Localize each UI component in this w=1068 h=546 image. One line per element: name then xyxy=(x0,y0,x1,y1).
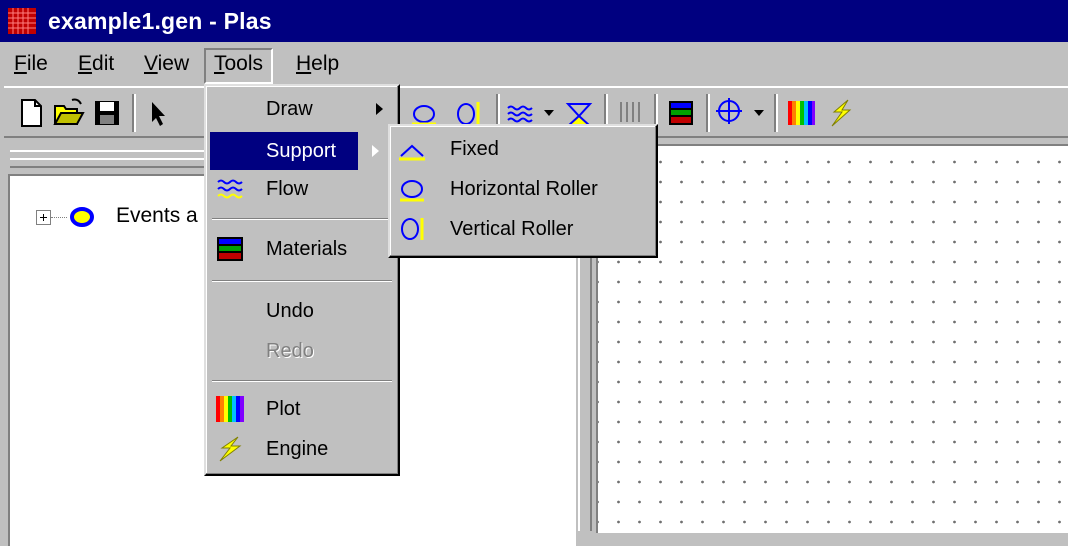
engine-lightning-icon xyxy=(831,99,852,127)
menu-item-horizontal-roller[interactable]: Horizontal Roller xyxy=(394,170,652,208)
menu-separator xyxy=(212,280,392,282)
menu-item-support[interactable]: Support xyxy=(210,132,379,170)
open-folder-icon xyxy=(53,98,85,125)
menu-item-undo[interactable]: Undo xyxy=(210,292,394,330)
plot-tool-button[interactable] xyxy=(784,96,818,130)
menu-view[interactable]: View xyxy=(136,48,197,80)
new-file-button[interactable] xyxy=(14,96,48,130)
toolbar-separator xyxy=(774,94,778,132)
materials-tool-button[interactable] xyxy=(664,96,698,130)
chevron-down-icon[interactable] xyxy=(754,110,764,116)
open-file-button[interactable] xyxy=(52,96,86,130)
app-icon[interactable] xyxy=(8,8,36,34)
support-submenu: Fixed Horizontal Roller Vertical Roller xyxy=(388,124,658,258)
menu-item-materials[interactable]: Materials xyxy=(210,230,394,268)
engine-lightning-icon xyxy=(219,436,242,462)
plot-rainbow-icon xyxy=(216,396,244,422)
materials-layers-icon xyxy=(669,101,693,125)
tree-connector xyxy=(51,217,67,218)
window-title: example1.gen - Plas xyxy=(48,8,272,34)
menu-tools[interactable]: Tools xyxy=(204,48,274,84)
menu-edit[interactable]: Edit xyxy=(70,48,122,80)
menu-separator xyxy=(212,380,392,382)
submenu-arrow-icon xyxy=(372,145,379,157)
new-file-icon xyxy=(21,99,42,127)
toolbar-separator xyxy=(706,94,710,132)
menu-item-fixed[interactable]: Fixed xyxy=(394,130,652,168)
flow-waves-icon xyxy=(217,179,243,199)
menu-item-plot[interactable]: Plot xyxy=(210,390,394,428)
materials-layers-icon xyxy=(217,237,243,261)
title-bar[interactable]: example1.gen - Plas xyxy=(0,0,1068,42)
chevron-down-icon[interactable] xyxy=(544,110,554,116)
save-disk-icon xyxy=(95,101,119,125)
menu-item-flow[interactable]: Flow xyxy=(210,170,394,208)
pointer-icon xyxy=(152,102,165,126)
save-button[interactable] xyxy=(90,96,124,130)
menu-bar: File Edit View Tools Help xyxy=(0,44,1068,84)
tree-item-events[interactable]: Events a xyxy=(116,204,198,228)
horizontal-roller-icon xyxy=(400,180,424,202)
zoom-tool-button[interactable] xyxy=(714,96,748,130)
fixed-support-icon xyxy=(399,144,425,161)
tree-expand-icon[interactable] xyxy=(36,210,51,225)
vertical-roller-icon xyxy=(401,218,424,240)
menu-separator xyxy=(212,218,392,220)
engine-tool-button[interactable] xyxy=(824,96,858,130)
tools-menu: Draw Support Flow Materials Undo Redo Pl… xyxy=(204,84,400,476)
toolbar-separator xyxy=(132,94,136,132)
select-pointer-button[interactable] xyxy=(140,96,174,130)
menu-item-vertical-roller[interactable]: Vertical Roller xyxy=(394,210,652,248)
menu-item-engine[interactable]: Engine xyxy=(210,430,394,468)
menu-item-draw[interactable]: Draw xyxy=(210,90,394,128)
plot-rainbow-icon xyxy=(788,101,815,125)
menu-help[interactable]: Help xyxy=(288,48,347,80)
events-node-icon xyxy=(70,207,94,227)
drawing-canvas[interactable] xyxy=(596,144,1068,533)
application-window: example1.gen - Plas File Edit View Tools… xyxy=(0,0,1068,546)
menu-file[interactable]: File xyxy=(6,48,56,80)
submenu-arrow-icon xyxy=(376,103,383,115)
menu-item-redo: Redo xyxy=(266,340,314,362)
zoom-crosshair-icon xyxy=(716,98,742,124)
